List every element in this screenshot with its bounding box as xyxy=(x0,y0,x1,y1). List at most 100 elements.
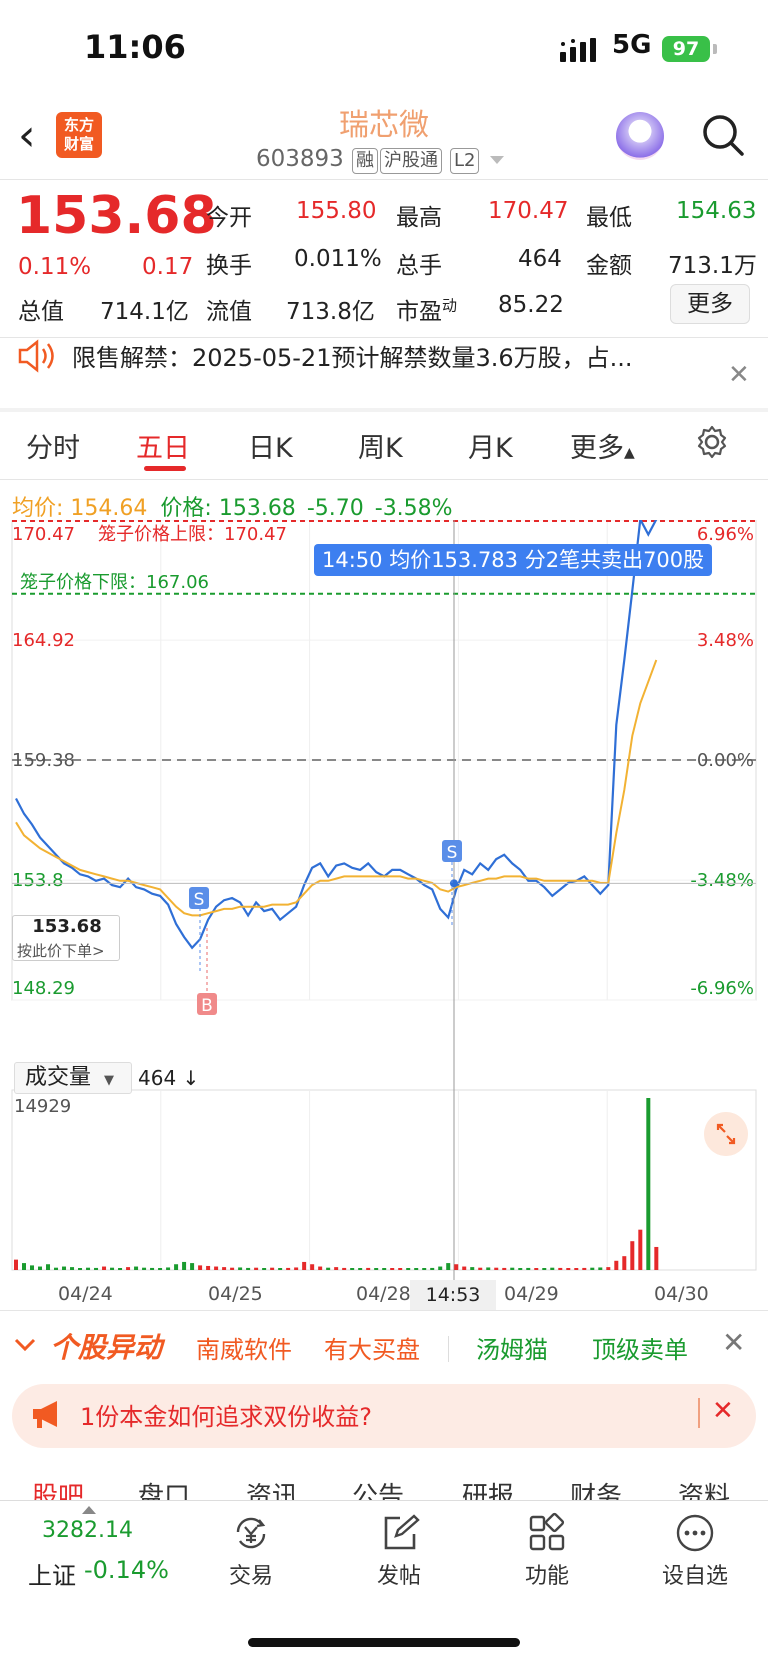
high-value: 170.47 xyxy=(488,198,569,224)
volume-bar xyxy=(566,1268,571,1270)
volume-bar xyxy=(518,1268,523,1270)
mover-item[interactable]: 南威软件 xyxy=(196,1330,292,1365)
date-label: 04/30 xyxy=(654,1283,709,1305)
y-axis-pct-label: -3.48% xyxy=(690,870,754,891)
volume-bar xyxy=(134,1266,139,1270)
active-tab-indicator xyxy=(144,466,186,471)
volume-bar xyxy=(374,1268,379,1270)
volume-bar xyxy=(390,1268,395,1270)
volume-bar xyxy=(398,1268,403,1270)
tab-monthly-k[interactable]: 月K xyxy=(468,426,513,465)
promo-close-icon[interactable]: ✕ xyxy=(712,1396,734,1426)
stock-switch-dropdown[interactable] xyxy=(490,156,504,164)
search-icon[interactable] xyxy=(700,112,746,158)
y-axis-pct-label: -6.96% xyxy=(690,978,754,999)
promo-separator xyxy=(698,1398,700,1428)
volume-bar xyxy=(358,1268,363,1270)
volume-bar xyxy=(126,1267,131,1270)
tab-more[interactable]: 更多▲ xyxy=(570,426,635,465)
volume-bar xyxy=(190,1263,195,1270)
speaker-icon xyxy=(18,339,54,373)
indicator-selector[interactable]: 成交量 ▼ xyxy=(14,1062,132,1094)
tab-daily-k[interactable]: 日K xyxy=(248,426,293,465)
volume-bar xyxy=(62,1266,67,1270)
open-label: 今开 xyxy=(206,205,252,231)
avg-series-line xyxy=(15,659,658,917)
volume-bar xyxy=(494,1267,499,1270)
movers-close-icon[interactable]: ✕ xyxy=(722,1326,745,1359)
watchlist-button[interactable]: 设自选 xyxy=(640,1512,750,1589)
volume-bar xyxy=(590,1267,595,1270)
index-change: -0.14% xyxy=(84,1556,169,1584)
volume-max-label: 14929 xyxy=(14,1096,71,1117)
volume-bar xyxy=(406,1268,411,1270)
volume-bar xyxy=(238,1267,243,1270)
y-axis-pct-label: 0.00% xyxy=(697,750,754,771)
order-at-price-box[interactable]: 153.68 按此价下单> xyxy=(12,915,120,961)
post-button[interactable]: 发帖 xyxy=(344,1512,454,1589)
volume-bar xyxy=(174,1264,179,1270)
connect-tag: 沪股通 xyxy=(380,148,442,174)
mover-item[interactable]: 顶级卖单 xyxy=(592,1330,688,1365)
volume-bar xyxy=(510,1267,515,1270)
upper-limit-label: 笼子价格上限：170.47 xyxy=(98,524,287,545)
mover-item[interactable]: 汤姆猫 xyxy=(476,1330,548,1365)
notice-text[interactable]: 限售解禁：2025-05-21预计解禁数量3.6万股，占... xyxy=(72,338,633,373)
promo-text[interactable]: 1份本金如何追求双份收益? xyxy=(80,1397,372,1432)
index-expand-icon[interactable] xyxy=(82,1506,96,1514)
tab-intraday[interactable]: 分时 xyxy=(26,426,80,465)
turnover-value: 0.011% xyxy=(294,246,382,272)
tab-weekly-k[interactable]: 周K xyxy=(358,426,403,465)
volume-bar xyxy=(606,1267,611,1270)
battery-tip xyxy=(713,44,717,54)
megaphone-icon xyxy=(33,1401,57,1428)
volume-bar xyxy=(230,1267,235,1270)
tabs-divider xyxy=(0,479,768,480)
signal-icon xyxy=(560,38,596,62)
yen-exchange-icon xyxy=(236,1517,266,1549)
volume-bar xyxy=(598,1267,603,1270)
volume-bar xyxy=(142,1267,147,1270)
buy-marker: B xyxy=(201,996,213,1016)
tab-five-day[interactable]: 五日 xyxy=(136,426,190,465)
mover-item[interactable]: 有大买盘 xyxy=(324,1330,420,1365)
volume-bar xyxy=(150,1267,155,1270)
functions-button[interactable]: 功能 xyxy=(492,1512,602,1589)
volume-bar xyxy=(550,1267,555,1270)
turnover-label: 换手 xyxy=(206,253,252,279)
section-separator xyxy=(0,408,768,412)
margin-tag: 融 xyxy=(352,148,378,174)
volume-bar xyxy=(446,1263,451,1270)
float-label: 流值 xyxy=(206,299,252,325)
more-button[interactable]: 更多 xyxy=(670,284,750,324)
volume-bar xyxy=(294,1267,299,1270)
volume-bar xyxy=(102,1266,107,1270)
volume-bar xyxy=(646,1098,651,1270)
assistant-avatar-icon[interactable] xyxy=(616,112,664,160)
mover-separator xyxy=(448,1336,449,1362)
chevron-down-icon[interactable] xyxy=(14,1334,36,1356)
volume-bar xyxy=(46,1264,51,1270)
volume-bar xyxy=(262,1268,267,1270)
volume-bar xyxy=(86,1267,91,1270)
edit-icon xyxy=(384,1514,420,1550)
volume-bar xyxy=(182,1261,187,1270)
volume-bar xyxy=(622,1256,627,1270)
mcap-label: 总值 xyxy=(18,299,64,325)
expand-icon[interactable] xyxy=(704,1112,748,1156)
trade-button[interactable]: 交易 xyxy=(196,1512,306,1589)
chart-legend: 均价: 154.64 价格: 153.68 -5.70 -3.58% xyxy=(12,496,453,521)
volume-bar xyxy=(70,1267,75,1270)
volume-label: 总手 xyxy=(396,253,442,279)
notice-close-icon[interactable]: ✕ xyxy=(728,360,750,390)
volume-bar xyxy=(614,1260,619,1270)
volume-bar xyxy=(542,1268,547,1270)
volume-bar xyxy=(534,1268,539,1270)
status-time: 11:06 xyxy=(84,28,186,66)
sell-marker: S xyxy=(447,843,458,863)
index-value[interactable]: 3282.14 xyxy=(42,1518,133,1543)
gear-icon[interactable] xyxy=(694,424,730,460)
volume-bar xyxy=(318,1266,323,1270)
y-axis-label: 170.47 xyxy=(12,524,75,545)
trade-detail-bubble: 14:50 均价153.783 分2笔共卖出700股 xyxy=(314,544,713,576)
